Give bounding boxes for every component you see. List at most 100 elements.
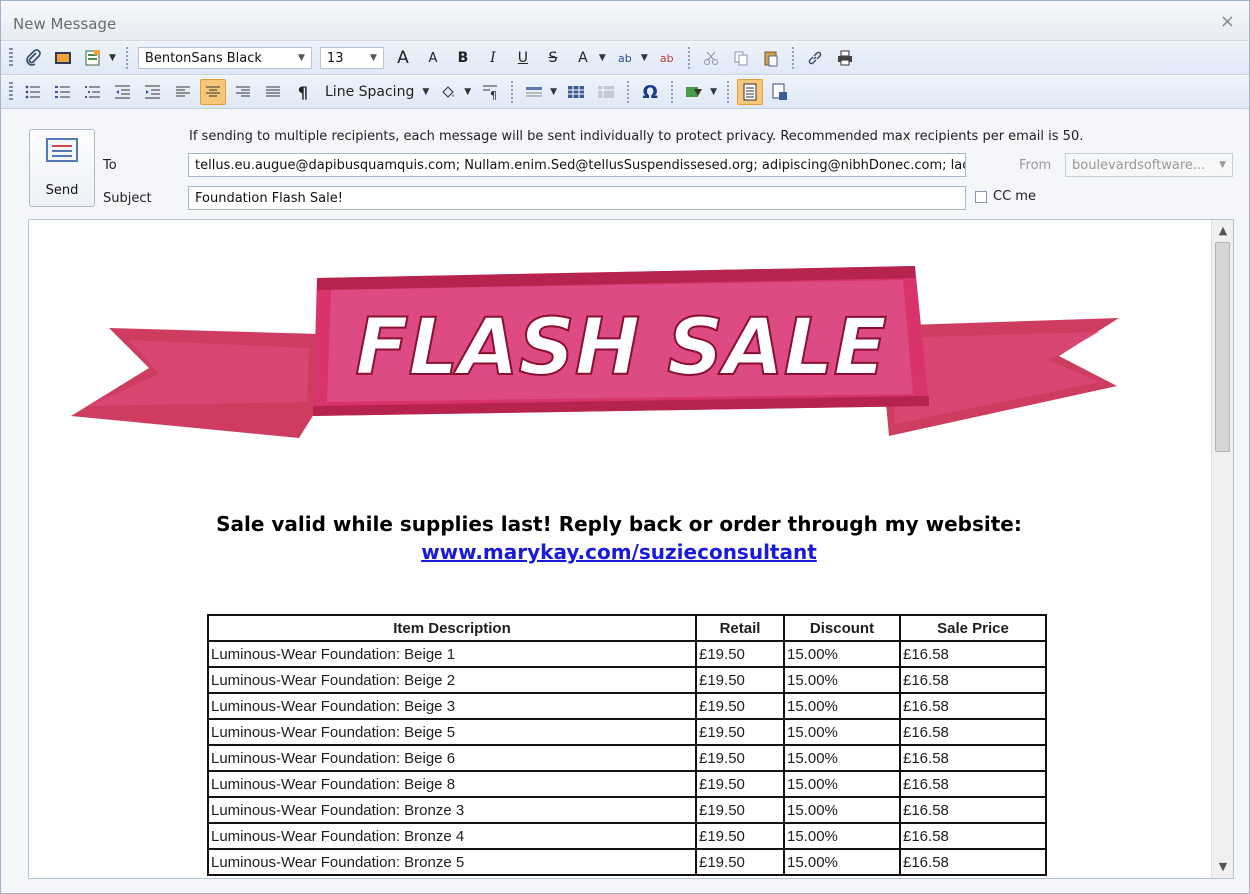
attach-icon[interactable] [20,45,46,71]
cc-me-label: CC me [993,189,1036,204]
multilevel-list-icon[interactable] [80,79,106,105]
table-cell: £16.58 [899,640,1047,668]
html-view-icon[interactable] [737,79,764,105]
table-cell: £16.58 [899,770,1047,798]
svg-text:¶: ¶ [490,89,497,100]
separator [727,81,730,103]
strikethrough-button[interactable]: S [540,45,566,71]
separator [627,81,630,103]
scroll-thumb[interactable] [1215,242,1230,452]
column-header: Discount [783,614,901,642]
table-cell: £16.58 [899,666,1047,694]
table-cell: £16.58 [899,796,1047,824]
line-spacing-button[interactable]: Line Spacing [320,79,419,105]
template-dropdown-icon[interactable]: ▼ [109,53,116,63]
flash-sale-banner: FLASH SALE [71,266,1119,438]
print-icon[interactable] [832,45,858,71]
privacy-notice: If sending to multiple recipients, each … [189,129,1084,144]
horizontal-rule-icon[interactable] [521,79,547,105]
paragraph-mark-button[interactable]: ¶ [290,79,316,105]
insert-table-icon[interactable] [563,79,589,105]
highlight-button[interactable]: ab [612,45,638,71]
table-cell: 15.00% [783,848,901,876]
preview-icon[interactable] [767,79,793,105]
toolbar-grip[interactable] [9,48,13,68]
table-cell: Luminous-Wear Foundation: Beige 5 [207,718,697,746]
checkbox-box[interactable] [975,190,987,203]
italic-button[interactable]: I [480,45,506,71]
font-color-button[interactable]: A [570,45,596,71]
table-cell: £16.58 [899,848,1047,876]
table-cell: £19.50 [695,770,785,798]
decrease-indent-icon[interactable] [110,79,136,105]
table-properties-icon[interactable] [593,79,619,105]
show-formatting-icon[interactable]: ¶ [477,79,503,105]
underline-button[interactable]: U [510,45,536,71]
sale-notice: Sale valid while supplies last! Reply ba… [216,512,1022,536]
fill-dropdown-icon[interactable]: ▼ [464,87,471,97]
message-body-editor[interactable]: FLASH SALE Sale valid while supplies las… [28,219,1234,879]
special-character-button[interactable]: Ω [637,79,663,105]
insert-template-icon[interactable] [80,45,106,71]
table-row: Luminous-Wear Foundation: Bronze 5 £19.50… [207,848,1047,876]
table-cell: 15.00% [783,822,901,850]
scroll-down-icon[interactable]: ▼ [1212,858,1233,876]
font-size-value: 13 [326,50,344,66]
align-left-icon[interactable] [170,79,196,105]
field-dropdown-icon[interactable]: ▼ [710,87,717,97]
cut-icon[interactable] [698,45,724,71]
scroll-up-icon[interactable]: ▲ [1212,222,1233,240]
font-family-value: BentonSans Black [144,50,262,66]
subject-label: Subject [103,191,152,206]
link-icon[interactable] [802,45,828,71]
justify-icon[interactable] [260,79,286,105]
send-label: Send [45,183,79,198]
table-cell: £19.50 [695,666,785,694]
subject-field[interactable]: Foundation Flash Sale! [188,186,966,210]
close-icon[interactable]: × [1220,11,1235,32]
chevron-down-icon: ▼ [1219,160,1226,170]
column-header: Retail [695,614,785,642]
vertical-scrollbar[interactable]: ▲ ▼ [1211,220,1233,878]
chevron-down-icon: ▼ [298,53,305,63]
table-cell: Luminous-Wear Foundation: Bronze 4 [207,822,697,850]
cc-me-checkbox[interactable]: CC me [975,189,1036,204]
toolbar-grip[interactable] [9,82,13,102]
table-cell: £16.58 [899,822,1047,850]
paste-icon[interactable] [758,45,784,71]
insert-field-icon[interactable] [681,79,707,105]
align-right-icon[interactable] [230,79,256,105]
font-color-dropdown-icon[interactable]: ▼ [599,53,606,63]
rule-dropdown-icon[interactable]: ▼ [550,87,557,97]
table-cell: 15.00% [783,640,901,668]
clear-formatting-button[interactable]: ab [654,45,680,71]
paint-bucket-icon[interactable] [435,79,461,105]
table-body: Luminous-Wear Foundation: Beige 1 £19.50 1… [207,640,1047,876]
align-center-icon[interactable] [200,79,226,105]
table-cell: 15.00% [783,744,901,772]
to-field[interactable]: tellus.eu.augue@dapibusquamquis.com; Nul… [188,153,966,177]
table-row: Luminous-Wear Foundation: Beige 1 £19.50 1… [207,640,1047,668]
shrink-font-button[interactable]: A [420,45,446,71]
font-family-select[interactable]: BentonSans Black ▼ [137,47,312,69]
bullet-list-icon[interactable] [20,79,46,105]
line-spacing-dropdown-icon[interactable]: ▼ [422,87,429,97]
numbered-list-icon[interactable] [50,79,76,105]
from-select[interactable]: boulevardsoftware... ▼ [1065,153,1233,177]
font-size-select[interactable]: 13 ▼ [319,47,384,69]
table-row: Luminous-Wear Foundation: Beige 3 £19.50 1… [207,692,1047,720]
compose-header: Send If sending to multiple recipients, … [1,111,1249,217]
send-button[interactable]: Send [29,129,95,207]
increase-indent-icon[interactable] [140,79,166,105]
highlight-dropdown-icon[interactable]: ▼ [641,53,648,63]
bold-button[interactable]: B [450,45,476,71]
copy-icon[interactable] [728,45,754,71]
website-link[interactable]: www.marykay.com/suzieconsultant [421,540,817,564]
table-cell: Luminous-Wear Foundation: Bronze 5 [207,848,697,876]
new-message-window: New Message × ▼ BentonSans Black ▼ 13 ▼ … [0,0,1250,894]
chevron-down-icon: ▼ [370,53,377,63]
table-cell: Luminous-Wear Foundation: Beige 1 [207,640,697,668]
grow-font-button[interactable]: A [390,45,416,71]
insert-image-icon[interactable] [50,45,76,71]
title-bar: New Message × [1,1,1249,41]
